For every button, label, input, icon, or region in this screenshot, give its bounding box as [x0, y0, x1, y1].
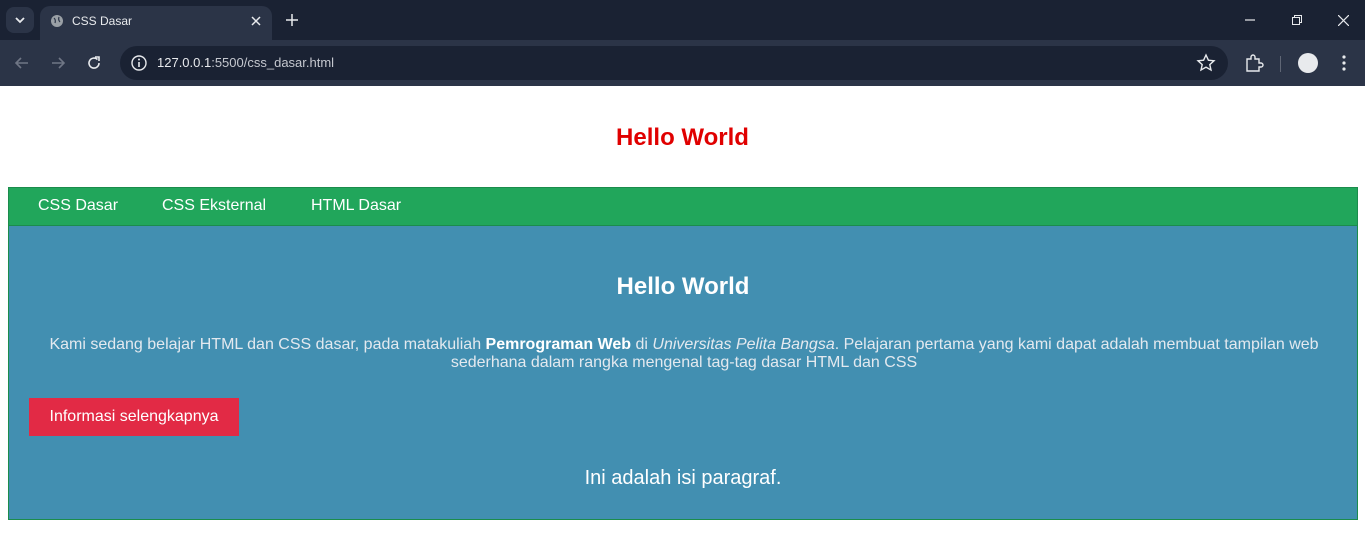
content-section: Hello World Kami sedang belajar HTML dan… [8, 225, 1358, 520]
nav-link-html-dasar[interactable]: HTML Dasar [311, 197, 401, 215]
close-icon [1337, 14, 1349, 26]
active-tab[interactable]: CSS Dasar [40, 6, 272, 40]
more-vertical-icon [1342, 55, 1346, 71]
back-button[interactable] [11, 52, 33, 74]
site-navbar: CSS Dasar CSS Eksternal HTML Dasar [8, 187, 1358, 226]
restore-icon [1292, 15, 1302, 25]
url-text[interactable]: 127.0.0.1:5500/css_dasar.html [157, 55, 334, 70]
tab-bar: CSS Dasar [0, 0, 1365, 40]
new-tab-button[interactable] [282, 10, 302, 30]
university-name: Universitas Pelita Bangsa [652, 336, 835, 353]
globe-icon [51, 15, 63, 27]
profile-avatar[interactable] [1298, 53, 1318, 73]
arrow-left-icon [14, 57, 28, 69]
page-title: Hello World [616, 124, 749, 151]
forward-button[interactable] [47, 52, 69, 74]
reload-button[interactable] [83, 52, 105, 74]
body-paragraph: Ini adalah isi paragraf. [584, 467, 782, 489]
toolbar-divider [1280, 56, 1281, 72]
arrow-right-icon [52, 57, 66, 69]
intro-text-2: di [631, 336, 653, 353]
nav-link-css-eksternal[interactable]: CSS Eksternal [162, 197, 266, 215]
url-path: :5500/css_dasar.html [211, 55, 335, 70]
restore-button[interactable] [1287, 10, 1307, 30]
minimize-icon [1245, 19, 1255, 21]
plus-icon [286, 14, 298, 26]
minimize-button[interactable] [1240, 10, 1260, 30]
bookmark-star-icon[interactable] [1196, 53, 1216, 73]
close-window-button[interactable] [1333, 10, 1353, 30]
page-viewport: Hello World CSS Dasar CSS Eksternal HTML… [0, 86, 1365, 534]
browser-menu-button[interactable] [1334, 52, 1354, 74]
close-icon [251, 16, 261, 26]
content-title: Hello World [616, 273, 750, 300]
url-host: 127.0.0.1 [157, 55, 212, 70]
tab-title: CSS Dasar [72, 14, 133, 28]
info-icon[interactable] [130, 54, 148, 72]
course-name: Pemrograman Web [485, 336, 632, 353]
intro-text-1: Kami sedang belajar HTML dan CSS dasar, … [49, 336, 486, 353]
extensions-puzzle-icon[interactable] [1243, 52, 1265, 74]
chevron-down-icon [15, 17, 25, 24]
nav-link-css-dasar[interactable]: CSS Dasar [38, 197, 118, 215]
tab-close-button[interactable] [246, 11, 266, 31]
browser-toolbar: 127.0.0.1:5500/css_dasar.html [0, 40, 1365, 86]
reload-icon [88, 56, 100, 69]
more-info-button[interactable]: Informasi selengkapnya [29, 398, 239, 436]
address-bar[interactable]: 127.0.0.1:5500/css_dasar.html [120, 46, 1228, 80]
intro-paragraph: Kami sedang belajar HTML dan CSS dasar, … [29, 336, 1339, 372]
tab-search-button[interactable] [6, 7, 34, 33]
